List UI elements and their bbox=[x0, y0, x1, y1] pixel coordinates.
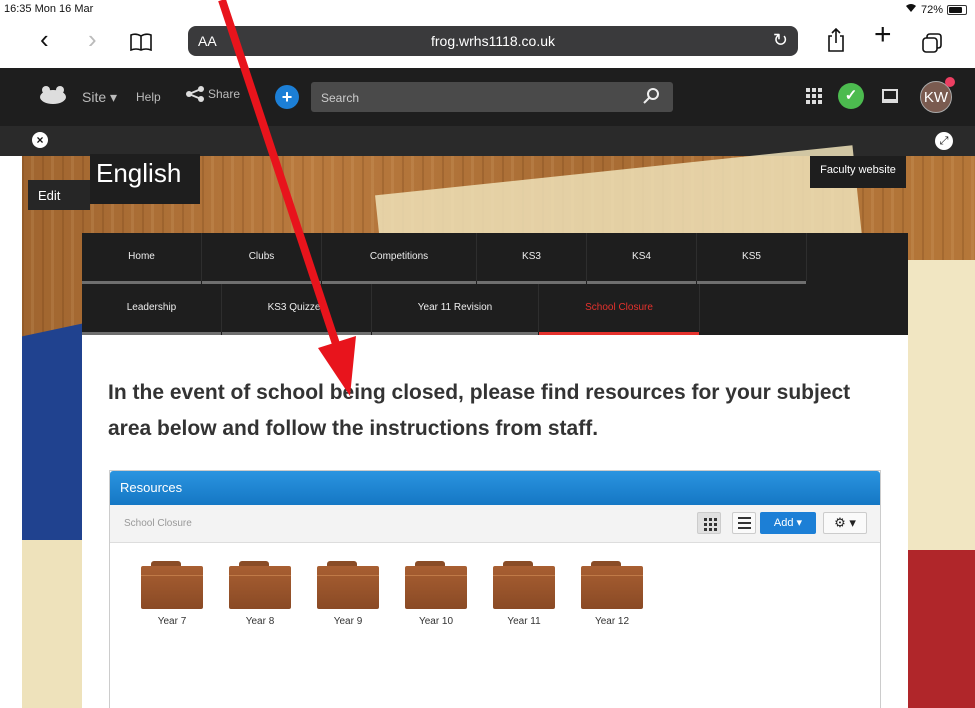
resources-toolbar: School Closure Add ▾ ⚙ ▾ bbox=[110, 505, 880, 543]
nav-item-home[interactable]: Home bbox=[82, 233, 202, 284]
folder-label: Year 12 bbox=[594, 616, 630, 627]
close-icon[interactable]: × bbox=[32, 132, 48, 148]
red-book-decoration bbox=[905, 550, 975, 708]
nav-item-ks3[interactable]: KS3 bbox=[477, 233, 587, 284]
faculty-website-link[interactable]: Faculty website bbox=[810, 156, 906, 188]
folder-icon bbox=[405, 561, 467, 609]
folder-year-9[interactable]: Year 9 bbox=[304, 561, 392, 627]
edit-button[interactable]: Edit bbox=[28, 180, 90, 210]
nav-row-1: Home Clubs Competitions KS3 KS4 KS5 bbox=[82, 233, 807, 284]
new-tab-icon[interactable]: + bbox=[874, 20, 892, 50]
battery-percent: 72% bbox=[920, 3, 943, 16]
share-button[interactable]: Share bbox=[186, 86, 240, 102]
notification-badge bbox=[945, 77, 955, 87]
forward-icon[interactable]: › bbox=[88, 26, 97, 52]
folder-list: Year 7 Year 8 Year 9 Year 10 Year 11 Yea… bbox=[128, 561, 656, 627]
status-right: 72% bbox=[905, 3, 967, 16]
url-text[interactable]: frog.wrhs1118.co.uk bbox=[188, 33, 798, 49]
list-view-icon bbox=[738, 517, 751, 532]
folder-label: Year 7 bbox=[157, 616, 187, 627]
apps-grid-icon[interactable] bbox=[806, 88, 822, 104]
battery-icon bbox=[947, 4, 967, 15]
folder-icon bbox=[493, 561, 555, 609]
nav-item-competitions[interactable]: Competitions bbox=[322, 233, 477, 284]
folder-icon bbox=[229, 561, 291, 609]
help-link[interactable]: Help bbox=[136, 90, 161, 104]
folder-label: Year 8 bbox=[245, 616, 275, 627]
nav-item-ks3-quizzes[interactable]: KS3 Quizzes bbox=[222, 284, 372, 335]
list-view-button[interactable] bbox=[732, 512, 756, 534]
share-icon[interactable] bbox=[826, 27, 846, 52]
folder-year-8[interactable]: Year 8 bbox=[216, 561, 304, 627]
frog-toolbar: Site ▾ Help Share + Search ✓ KW bbox=[0, 68, 975, 126]
messages-icon[interactable] bbox=[882, 89, 898, 103]
status-time: 16:35 Mon 16 Mar bbox=[4, 3, 94, 15]
closure-heading: In the event of school being closed, ple… bbox=[108, 381, 851, 440]
page-title: English bbox=[90, 154, 200, 204]
search-icon[interactable] bbox=[643, 87, 661, 108]
resources-title: Resources bbox=[110, 471, 880, 505]
breadcrumb[interactable]: School Closure bbox=[124, 518, 192, 529]
site-navigation: Home Clubs Competitions KS3 KS4 KS5 Lead… bbox=[82, 233, 908, 335]
paper-decoration-left bbox=[22, 540, 82, 708]
grid-view-button[interactable] bbox=[697, 512, 721, 534]
back-icon[interactable]: ‹ bbox=[40, 26, 49, 52]
bookmarks-icon[interactable] bbox=[130, 29, 152, 52]
check-icon[interactable]: ✓ bbox=[838, 83, 864, 109]
nav-item-leadership[interactable]: Leadership bbox=[82, 284, 222, 335]
main-content: In the event of school being closed, ple… bbox=[82, 335, 908, 708]
folder-year-10[interactable]: Year 10 bbox=[392, 561, 480, 627]
tabs-overview-icon[interactable] bbox=[922, 31, 942, 53]
nav-item-ks5[interactable]: KS5 bbox=[697, 233, 807, 284]
reload-icon[interactable]: ↻ bbox=[773, 30, 788, 51]
search-placeholder: Search bbox=[321, 91, 360, 105]
frog-logo-icon[interactable] bbox=[38, 84, 68, 106]
site-menu[interactable]: Site ▾ bbox=[82, 89, 117, 106]
share-label: Share bbox=[208, 87, 241, 101]
browser-toolbar: ‹ › AA frog.wrhs1118.co.uk ↻ + bbox=[0, 18, 975, 68]
nav-item-clubs[interactable]: Clubs bbox=[202, 233, 322, 284]
folder-label: Year 11 bbox=[507, 616, 541, 627]
folder-icon bbox=[317, 561, 379, 609]
address-bar[interactable]: AA frog.wrhs1118.co.uk ↻ bbox=[188, 26, 798, 56]
nav-item-school-closure[interactable]: School Closure bbox=[539, 284, 700, 335]
wifi-icon bbox=[905, 3, 917, 16]
folder-icon bbox=[141, 561, 203, 609]
nav-item-year-11-revision[interactable]: Year 11 Revision bbox=[372, 284, 539, 335]
gear-menu-button[interactable]: ⚙ ▾ bbox=[823, 512, 867, 534]
status-bar: 16:35 Mon 16 Mar 72% bbox=[0, 0, 975, 18]
expand-icon[interactable]: ⤢ bbox=[935, 132, 953, 150]
nav-row-2: Leadership KS3 Quizzes Year 11 Revision … bbox=[82, 284, 700, 335]
add-icon[interactable]: + bbox=[275, 85, 299, 109]
folder-year-12[interactable]: Year 12 bbox=[568, 561, 656, 627]
grid-view-icon bbox=[704, 518, 717, 531]
nav-item-ks4[interactable]: KS4 bbox=[587, 233, 697, 284]
frog-search-input[interactable]: Search bbox=[311, 82, 673, 112]
folder-year-11[interactable]: Year 11 bbox=[480, 561, 568, 627]
folder-year-7[interactable]: Year 7 bbox=[128, 561, 216, 627]
folder-icon bbox=[581, 561, 643, 609]
add-button[interactable]: Add ▾ bbox=[760, 512, 816, 534]
folder-label: Year 10 bbox=[418, 616, 454, 627]
resources-widget: Resources School Closure Add ▾ ⚙ ▾ Year … bbox=[109, 470, 881, 708]
share-nodes-icon bbox=[186, 86, 204, 102]
folder-label: Year 9 bbox=[333, 616, 363, 627]
